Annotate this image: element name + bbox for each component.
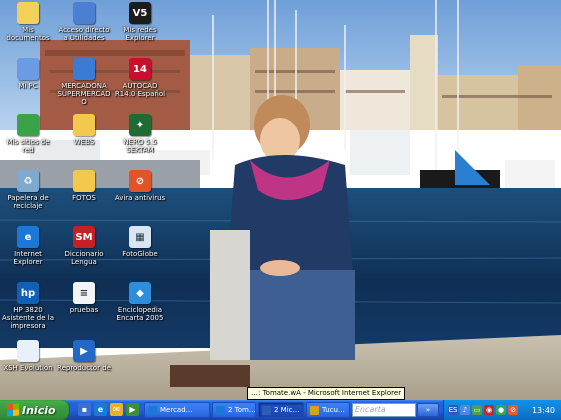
nero-icon: ✦ (129, 114, 151, 136)
dictionary-icon: SM (73, 226, 95, 248)
desktop-icon[interactable]: 14 AUTOCAD R14.0 Español (112, 58, 168, 98)
quick-launch-bar: ▪ e ✉ ▶ (78, 403, 139, 416)
desktop-icon-label: AUTOCAD R14.0 Español (114, 82, 166, 98)
hp-printer-icon: hp (17, 282, 39, 304)
desktop-icon-label: Avira antivirus (114, 194, 166, 202)
desktop-icon-label: pruebas (69, 306, 99, 314)
antivirus-icon: ⊘ (129, 170, 151, 192)
network-places-icon (17, 114, 39, 136)
desktop-icon-label: Mis redes Explorer (123, 26, 157, 42)
shortcut-icon (73, 2, 95, 24)
desktop-icon-label: Mi PC (18, 82, 38, 90)
taskbar: Inicio ▪ e ✉ ▶ Mercad… 2 Tom… 2 Mic… Tucu… Enc… (0, 400, 561, 420)
taskbar-button-label: Mercad… (160, 406, 193, 414)
paint-icon (310, 405, 319, 415)
desktop-icon-label: Mis documentos (6, 26, 50, 42)
vlc-icon: V5 (129, 2, 151, 24)
taskbar-button[interactable]: Tucu… (306, 402, 350, 418)
taskbar-button[interactable]: 2 Tom… (212, 402, 256, 418)
desktop-icon-label: WEBS (73, 138, 95, 146)
taskbar-button[interactable]: Mercad… (144, 402, 210, 418)
antivirus-tray-icon[interactable]: ⊘ (508, 405, 518, 415)
desktop-icon[interactable]: SM Diccionario Lengua (56, 226, 112, 266)
internet-explorer-icon[interactable]: e (94, 403, 107, 416)
desktop-icon[interactable]: MERCADONA SUPERMERCADO (56, 58, 112, 106)
my-computer-icon (17, 58, 39, 80)
media-player-icon: ▶ (73, 340, 95, 362)
network-icon[interactable]: ▭ (472, 405, 482, 415)
desktop-icon[interactable]: ◆ Enciclopedia Encarta 2005 (112, 282, 168, 322)
desktop-icon[interactable]: ▶ Reproductor de (56, 340, 112, 372)
desktop-icon[interactable]: ≡ pruebas (56, 282, 112, 314)
desktop-icon-label: Diccionario Lengua (64, 250, 104, 266)
desktop-icon[interactable]: ♻ Papelera de reciclaje (0, 170, 56, 210)
desktop-icon[interactable]: Mis documentos (0, 2, 56, 42)
volume-icon[interactable]: ♪ (460, 405, 470, 415)
desktop-icon[interactable]: ⊘ Avira antivirus (112, 170, 168, 202)
taskbar-button-label: 2 Mic… (274, 406, 300, 414)
desktop-icon-label: Acceso directo a Utilidades (58, 26, 110, 42)
internet-explorer-icon: e (17, 226, 39, 248)
encarta-search-input[interactable]: Encarta (352, 403, 416, 417)
desktop-icon-label: XSH Evolution (3, 364, 53, 372)
desktop-icon-label: FotoGlobe (122, 250, 158, 258)
desktop-icon-label: Internet Explorer (13, 250, 43, 266)
desktop-icon[interactable]: e Internet Explorer (0, 226, 56, 266)
desktop-icon[interactable]: Mis sitios de red (0, 114, 56, 154)
word-icon (262, 405, 271, 415)
system-tray: ES ♪ ▭ ◉ ● ⊘ 13:40 (443, 400, 561, 420)
desktop-icon-label: Enciclopedia Encarta 2005 (116, 306, 164, 322)
folder-icon (73, 170, 95, 192)
outlook-icon[interactable]: ✉ (110, 403, 123, 416)
photo-app-icon: ▦ (129, 226, 151, 248)
language-bar-icon[interactable]: ES (448, 405, 458, 415)
autocad-icon: 14 (129, 58, 151, 80)
explorer-window-icon (148, 405, 157, 415)
desktop-icon[interactable]: FOTOS (56, 170, 112, 202)
security-icon[interactable]: ◉ (484, 405, 494, 415)
document-icon: ≡ (73, 282, 95, 304)
recycle-bin-icon: ♻ (17, 170, 39, 192)
show-desktop-icon[interactable]: ▪ (78, 403, 91, 416)
start-label: Inicio (22, 403, 56, 417)
windows-logo-icon (17, 340, 39, 362)
desktop-icon-label: Papelera de reciclaje (7, 194, 49, 210)
folder-documents-icon (17, 2, 39, 24)
desktop-icon-label: FOTOS (72, 194, 96, 202)
taskbar-button[interactable]: 2 Mic… (258, 402, 304, 418)
desktop-icon[interactable]: Acceso directo a Utilidades (56, 2, 112, 42)
desktop-icon[interactable]: hp HP 3820 Asistente de la impresora (0, 282, 56, 330)
desktop-icon[interactable]: XSH Evolution (0, 340, 56, 372)
explorer-window-icon (216, 405, 225, 415)
start-button[interactable]: Inicio (0, 400, 70, 420)
taskbar-button-label: 2 Tom… (228, 406, 256, 414)
desktop-icon-label: MERCADONA SUPERMERCADO (57, 82, 111, 106)
search-go-button[interactable]: » (417, 403, 439, 417)
desktop-icon[interactable]: V5 Mis redes Explorer (112, 2, 168, 42)
desktop-icon-label: HP 3820 Asistente de la impresora (1, 306, 54, 330)
ie-shortcut-icon (73, 58, 95, 80)
messenger-icon[interactable]: ● (496, 405, 506, 415)
windows-logo-icon (7, 403, 19, 417)
desktop-icon[interactable]: WEBS (56, 114, 112, 146)
encarta-icon: ◆ (129, 282, 151, 304)
desktop-icon[interactable]: Mi PC (0, 58, 56, 90)
desktop-icon-label: Mis sitios de red (6, 138, 50, 154)
desktop-icon-label: NERO 5.5 SEKTAM (123, 138, 157, 154)
taskbar-button-label: Tucu… (322, 406, 345, 414)
clock[interactable]: 13:40 (532, 406, 555, 415)
folder-icon (73, 114, 95, 136)
taskbar-tooltip: …: Tomate.wA - Microsoft Internet Explor… (247, 387, 406, 400)
desktop-icon-label: Reproductor de (57, 364, 111, 372)
desktop-icon[interactable]: ✦ NERO 5.5 SEKTAM (112, 114, 168, 154)
desktop-icon[interactable]: ▦ FotoGlobe (112, 226, 168, 258)
media-player-icon[interactable]: ▶ (126, 403, 139, 416)
